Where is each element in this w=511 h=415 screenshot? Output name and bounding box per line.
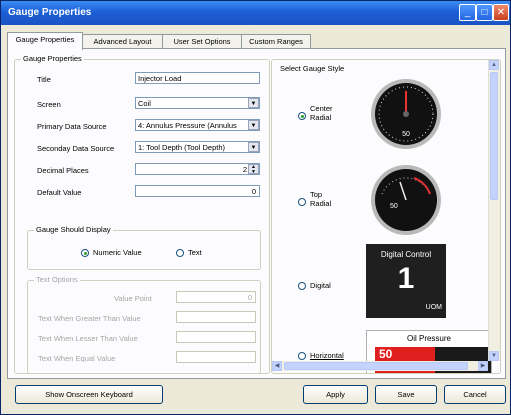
text-radio[interactable]	[176, 249, 184, 257]
screen-label: Screen	[37, 100, 61, 109]
close-icon[interactable]: ✕	[493, 4, 509, 21]
scroll-up-icon[interactable]: ▲	[489, 60, 499, 70]
scroll-left-icon[interactable]: ◀	[272, 361, 282, 371]
window-title: Gauge Properties	[8, 7, 92, 18]
style-top-radial-label-2: Radial	[310, 199, 332, 208]
value-point-label: Value Point	[114, 294, 152, 303]
horizontal-preview-value: 50	[379, 347, 393, 361]
digital-preview-title: Digital Control	[380, 250, 432, 259]
gauge-properties-window: Gauge Properties _ □ ✕ Gauge Properties …	[0, 0, 511, 415]
secondary-source-label: Seconday Data Source	[37, 144, 115, 153]
chevron-down-icon[interactable]: ▼	[248, 120, 259, 130]
gauge-properties-group-label: Gauge Properties	[21, 54, 84, 63]
text-options-group-label: Text Options	[34, 275, 80, 284]
digital-gauge-preview[interactable]: Digital Control 1 UOM	[366, 244, 446, 318]
maximize-icon[interactable]: □	[476, 4, 493, 21]
numeric-value-radio[interactable]	[81, 249, 89, 257]
equal-text-label: Text When Equal Value	[38, 354, 116, 363]
greater-text-label: Text When Greater Than Value	[38, 314, 141, 323]
cancel-button[interactable]: Cancel	[444, 385, 506, 404]
screen-value: Coil	[138, 99, 151, 108]
tab-gauge-properties[interactable]: Gauge Properties	[7, 32, 83, 50]
minimize-icon[interactable]: _	[459, 4, 476, 21]
title-input[interactable]: Injector Load	[135, 72, 260, 84]
tab-panel: Gauge Properties Title Injector Load Scr…	[7, 48, 506, 379]
style-vertical-scrollbar[interactable]: ▲ ▼	[488, 60, 500, 361]
digital-preview-unit: UOM	[425, 304, 442, 311]
default-value-label: Default Value	[37, 188, 82, 197]
style-digital-radio[interactable]	[298, 282, 306, 290]
decimal-places-stepper[interactable]: 2 ▲ ▼	[135, 163, 260, 175]
gauge-style-group-label: Select Gauge Style	[280, 64, 345, 73]
chevron-down-icon[interactable]: ▼	[248, 142, 259, 152]
title-bar[interactable]: Gauge Properties _ □ ✕	[1, 1, 510, 25]
tab-user-set-options[interactable]: User Set Options	[162, 34, 242, 49]
center-radial-preview-value: 50	[402, 131, 410, 138]
digital-preview-value: 1	[397, 262, 415, 295]
apply-button[interactable]: Apply	[303, 385, 368, 404]
lesser-text-input[interactable]	[176, 331, 256, 343]
gauge-style-group: Select Gauge Style Center Radial 50 Top …	[271, 59, 501, 374]
style-horizontal-scrollbar[interactable]: ◀ ▶	[272, 361, 488, 371]
decimal-places-label: Decimal Places	[37, 166, 89, 175]
equal-text-input[interactable]	[176, 351, 256, 363]
scroll-right-icon[interactable]: ▶	[478, 361, 488, 371]
style-digital-label: Digital	[310, 281, 331, 290]
default-value-input[interactable]: 0	[135, 185, 260, 197]
save-button[interactable]: Save	[375, 385, 437, 404]
tab-custom-ranges[interactable]: Custom Ranges	[241, 34, 311, 49]
primary-source-label: Primary Data Source	[37, 122, 107, 131]
vertical-scroll-thumb[interactable]	[490, 72, 498, 200]
style-center-radial-label-2: Radial	[310, 113, 332, 122]
style-horizontal-radio[interactable]	[298, 352, 306, 360]
top-radial-preview-value: 50	[390, 203, 398, 210]
decimal-places-value: 2	[242, 165, 247, 174]
center-radial-gauge-preview[interactable]: 50	[370, 78, 442, 150]
tab-advanced-layout[interactable]: Advanced Layout	[82, 34, 163, 49]
scroll-down-icon[interactable]: ▼	[489, 351, 499, 361]
text-options-group: Text Options Value Point 0 Text When Gre…	[27, 275, 261, 374]
horizontal-scroll-thumb[interactable]	[284, 362, 468, 370]
style-center-radial-label-1: Center	[310, 104, 333, 113]
horizontal-preview-title: Oil Pressure	[406, 334, 451, 343]
gauge-properties-group: Gauge Properties Title Injector Load Scr…	[14, 54, 270, 374]
chevron-down-icon[interactable]: ▼	[248, 98, 259, 108]
style-top-radial-radio[interactable]	[298, 198, 306, 206]
style-horizontal-label: Horizontal	[310, 351, 344, 360]
lesser-text-label: Text When Lesser Than Value	[38, 334, 138, 343]
secondary-source-value: 1: Tool Depth (Tool Depth)	[138, 143, 225, 152]
show-keyboard-button[interactable]: Show Onscreen Keyboard	[15, 385, 163, 404]
greater-text-input[interactable]	[176, 311, 256, 323]
gauge-display-group-label: Gauge Should Display	[34, 225, 113, 234]
screen-dropdown[interactable]: Coil ▼	[135, 97, 260, 109]
title-label: Title	[37, 75, 51, 84]
top-radial-gauge-preview[interactable]: 50	[370, 164, 442, 236]
primary-source-dropdown[interactable]: 4: Annulus Pressure (Annulus ▼	[135, 119, 260, 131]
secondary-source-dropdown[interactable]: 1: Tool Depth (Tool Depth) ▼	[135, 141, 260, 153]
value-point-input[interactable]: 0	[176, 291, 256, 303]
style-center-radial-radio[interactable]	[298, 112, 306, 120]
primary-source-value: 4: Annulus Pressure (Annulus	[138, 121, 237, 130]
text-label: Text	[188, 248, 202, 257]
style-top-radial-label-1: Top	[310, 190, 323, 199]
spinner-arrows-icon[interactable]: ▲ ▼	[248, 164, 259, 174]
gauge-display-group: Gauge Should Display Numeric Value Text	[27, 225, 261, 270]
numeric-value-label: Numeric Value	[93, 248, 142, 257]
